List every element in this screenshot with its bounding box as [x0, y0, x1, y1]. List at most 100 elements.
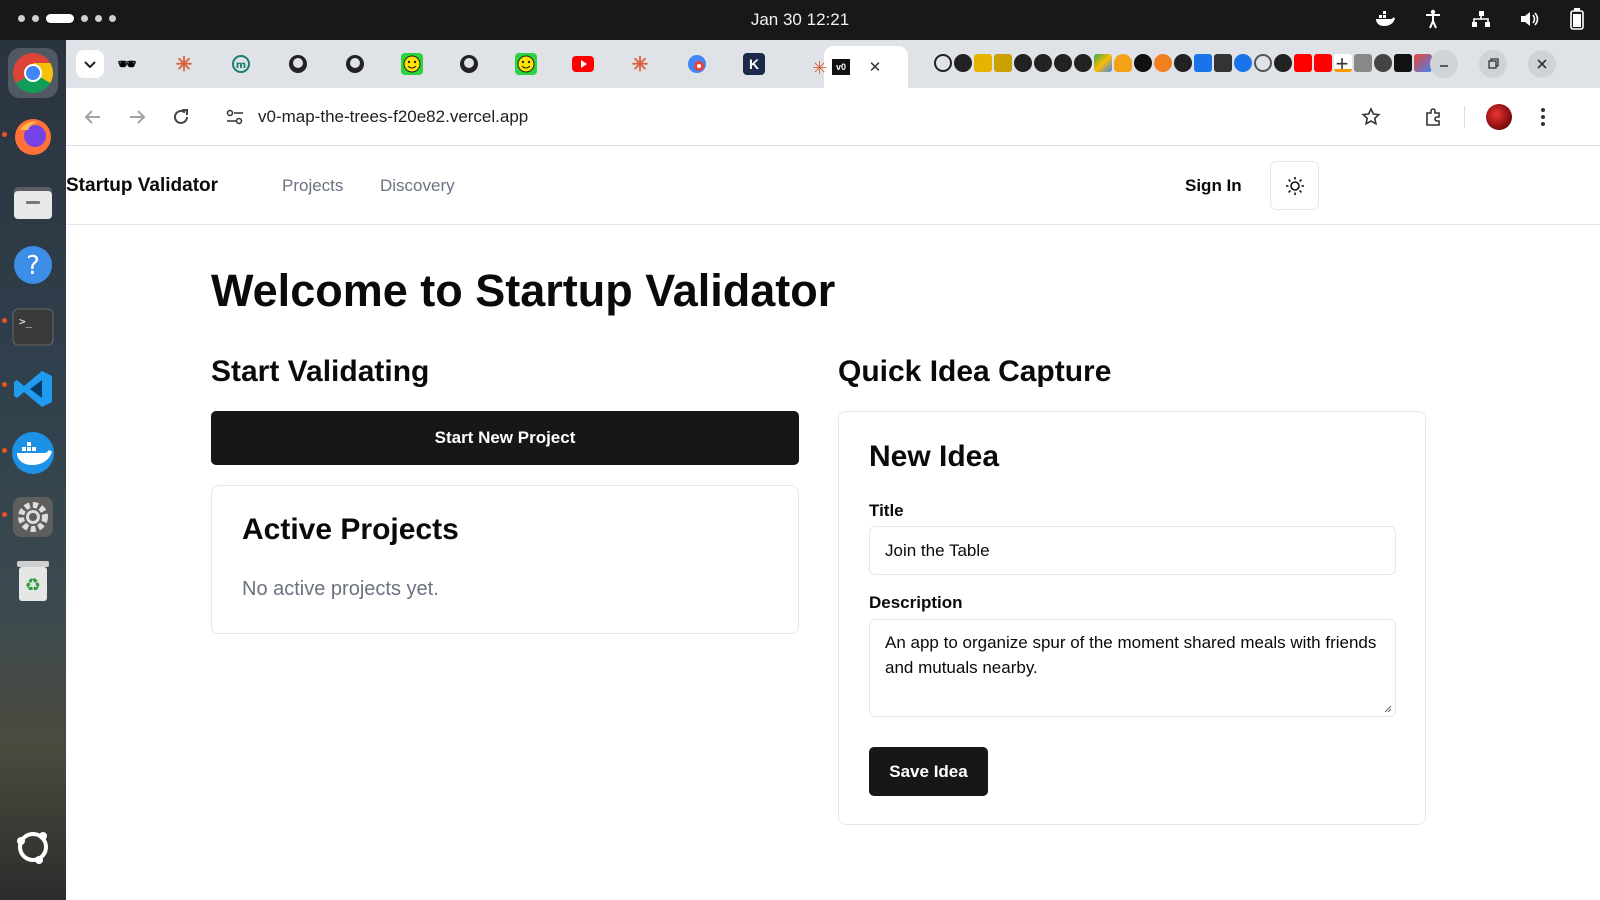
browser-tab-strip: 🕶 ✳ m ✳ K ✳ v0 ✕ + [66, 40, 1600, 88]
url-text[interactable]: v0-map-the-trees-f20e82.vercel.app [258, 107, 528, 127]
tab-favicon-glasses-icon[interactable]: 🕶 [116, 53, 138, 75]
close-tab-icon[interactable]: ✕ [862, 54, 888, 80]
minimize-button[interactable] [1430, 50, 1458, 78]
nav-link-discovery[interactable]: Discovery [380, 176, 455, 196]
tab-favicon-github-icon[interactable] [287, 53, 309, 75]
tab-favicon-triangle-icon[interactable] [1134, 54, 1152, 72]
tab-favicon-github-icon[interactable] [954, 54, 972, 72]
tab-favicon-glasses-icon[interactable] [994, 54, 1012, 72]
trash-icon: ♻ [17, 561, 49, 601]
help-icon: ? [14, 246, 52, 284]
pinned-tab-favicons [934, 54, 1452, 72]
chrome-menu-button[interactable] [1530, 104, 1556, 130]
docker-launcher[interactable] [8, 428, 58, 478]
back-button[interactable] [80, 104, 106, 130]
restore-icon [1488, 58, 1499, 69]
active-projects-empty-text: No active projects yet. [242, 578, 439, 600]
idea-title-input[interactable]: Join the Table [869, 526, 1396, 575]
folder-icon [14, 187, 52, 219]
vscode-icon [14, 371, 52, 407]
tab-favicon-cloud-icon[interactable] [1154, 54, 1172, 72]
nav-link-projects[interactable]: Projects [282, 176, 343, 196]
start-new-project-button[interactable]: Start New Project [211, 411, 799, 465]
address-bar[interactable]: v0-map-the-trees-f20e82.vercel.app [214, 96, 1414, 138]
forward-button[interactable] [124, 104, 150, 130]
terminal-launcher[interactable]: >_ [8, 302, 58, 352]
tab-favicon-m-icon[interactable]: m [230, 53, 252, 75]
chevron-down-icon [84, 61, 96, 69]
chrome-launcher[interactable] [8, 48, 58, 98]
application-dock: ? >_ ♻ [0, 40, 66, 900]
network-icon[interactable] [1470, 8, 1492, 30]
tab-favicon-claude-icon[interactable]: ✳ [629, 53, 651, 76]
tab-favicon-grid-icon[interactable] [1354, 54, 1372, 72]
battery-icon[interactable] [1566, 8, 1588, 30]
docker-tray-icon[interactable] [1374, 8, 1396, 30]
title-label: Title [869, 501, 904, 520]
tab-favicon-claude-icon[interactable]: ✳ [173, 53, 195, 76]
accessibility-icon[interactable] [1422, 8, 1444, 30]
tab-favicon-youtube-icon[interactable] [572, 53, 594, 75]
tab-favicon-youtube-icon[interactable] [1294, 54, 1312, 72]
idea-description-textarea[interactable]: An app to organize spur of the moment sh… [869, 619, 1396, 717]
profile-avatar[interactable] [1486, 104, 1512, 130]
site-info-icon[interactable] [222, 105, 248, 129]
arrow-right-icon [130, 110, 146, 124]
reload-button[interactable] [168, 104, 194, 130]
tab-favicon-drive-icon[interactable] [1094, 54, 1112, 72]
show-apps-launcher[interactable] [8, 822, 58, 872]
trash-launcher[interactable]: ♻ [8, 556, 58, 606]
v0-favicon-icon: v0 [832, 59, 850, 75]
browser-toolbar: v0-map-the-trees-f20e82.vercel.app [66, 88, 1600, 146]
new-idea-heading: New Idea [869, 440, 1000, 473]
description-label: Description [869, 593, 963, 612]
bookmark-star-icon[interactable] [1358, 105, 1384, 129]
system-clock[interactable]: Jan 30 12:21 [0, 10, 1600, 30]
tab-favicon-smiley-icon[interactable] [401, 53, 423, 75]
save-idea-button[interactable]: Save Idea [869, 747, 988, 796]
tab-favicon-circle-icon[interactable] [1374, 54, 1392, 72]
tab-favicon-github-icon[interactable] [458, 53, 480, 75]
volume-icon[interactable] [1518, 8, 1540, 30]
extensions-button[interactable] [1421, 104, 1447, 130]
settings-launcher[interactable] [8, 492, 58, 542]
sign-in-button[interactable]: Sign In [1185, 176, 1242, 196]
active-tab[interactable]: ✳ v0 ✕ [812, 46, 908, 88]
tab-favicon-chrome-store-icon[interactable] [686, 53, 708, 75]
tab-favicon-github-icon[interactable] [1034, 54, 1052, 72]
system-top-bar: Jan 30 12:21 [0, 0, 1600, 40]
close-icon [1537, 59, 1547, 69]
tab-favicon-github-icon[interactable] [1174, 54, 1192, 72]
site-header: Startup Validator Projects Discovery Sig… [66, 147, 1600, 225]
tab-favicon-b-icon[interactable] [1234, 54, 1252, 72]
tab-favicon-k-icon[interactable]: K [743, 53, 765, 75]
restore-button[interactable] [1479, 50, 1507, 78]
tab-favicon-smiley-icon[interactable] [515, 53, 537, 75]
firefox-launcher[interactable] [8, 112, 58, 162]
help-launcher[interactable]: ? [8, 240, 58, 290]
tab-search-button[interactable] [76, 50, 104, 78]
puzzle-icon [1426, 108, 1440, 126]
toolbar-divider [1464, 106, 1465, 128]
tab-favicon-openai-icon[interactable] [1254, 54, 1272, 72]
tab-favicon-github-icon[interactable] [1074, 54, 1092, 72]
tab-favicon-github-icon[interactable] [344, 53, 366, 75]
tab-favicon-screen-icon[interactable] [1214, 54, 1232, 72]
site-brand[interactable]: Startup Validator [66, 175, 218, 197]
files-launcher[interactable] [8, 176, 58, 226]
tab-favicon-play-icon[interactable] [1194, 54, 1212, 72]
tab-favicon-claude-icon: ✳ [812, 58, 828, 78]
new-tab-button[interactable]: + [1329, 51, 1355, 77]
terminal-icon: >_ [12, 308, 54, 346]
tab-favicon-github-icon[interactable] [1014, 54, 1032, 72]
tab-favicon-heart-icon[interactable] [1114, 54, 1132, 72]
vscode-launcher[interactable] [8, 364, 58, 414]
tab-favicon-medium-icon[interactable] [1394, 54, 1412, 72]
tab-favicon-smiley-icon[interactable] [934, 54, 952, 72]
tab-favicon-github-icon[interactable] [1054, 54, 1072, 72]
close-window-button[interactable] [1528, 50, 1556, 78]
tab-favicon-glasses-icon[interactable] [974, 54, 992, 72]
resize-handle-icon[interactable] [1384, 705, 1392, 713]
tab-favicon-github-icon[interactable] [1274, 54, 1292, 72]
theme-toggle-button[interactable] [1270, 161, 1319, 210]
